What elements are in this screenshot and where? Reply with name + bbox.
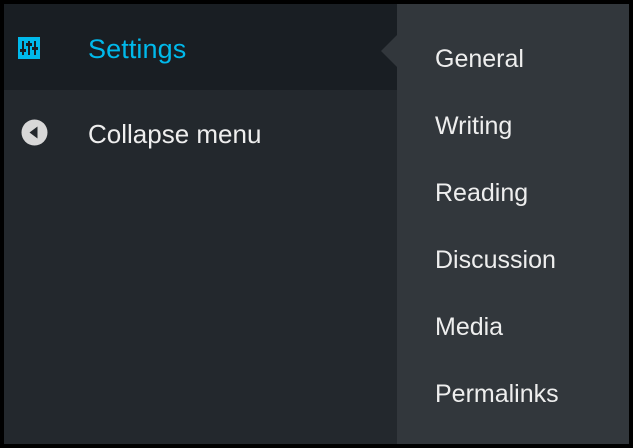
collapse-menu-button[interactable]: Collapse menu	[4, 109, 397, 155]
submenu-item-reading[interactable]: Reading	[435, 178, 528, 208]
settings-submenu: General Writing Reading Discussion Media…	[397, 4, 629, 444]
submenu-item-discussion[interactable]: Discussion	[435, 245, 556, 275]
submenu-item-permalinks[interactable]: Permalinks	[435, 379, 559, 409]
submenu-item-media[interactable]: Media	[435, 312, 503, 342]
collapse-arrow-icon	[21, 119, 48, 146]
submenu-item-general[interactable]: General	[435, 44, 524, 74]
submenu-pointer	[381, 35, 397, 67]
collapse-menu-label: Collapse menu	[88, 119, 262, 149]
screenshot-frame: Settings Collapse menu General Writing R…	[0, 0, 633, 448]
menu-item-settings-label: Settings	[88, 34, 187, 64]
submenu-item-writing[interactable]: Writing	[435, 111, 512, 141]
menu-item-settings[interactable]: Settings	[4, 4, 397, 90]
admin-sidebar: Settings Collapse menu	[4, 4, 397, 444]
settings-sliders-icon	[18, 37, 40, 59]
